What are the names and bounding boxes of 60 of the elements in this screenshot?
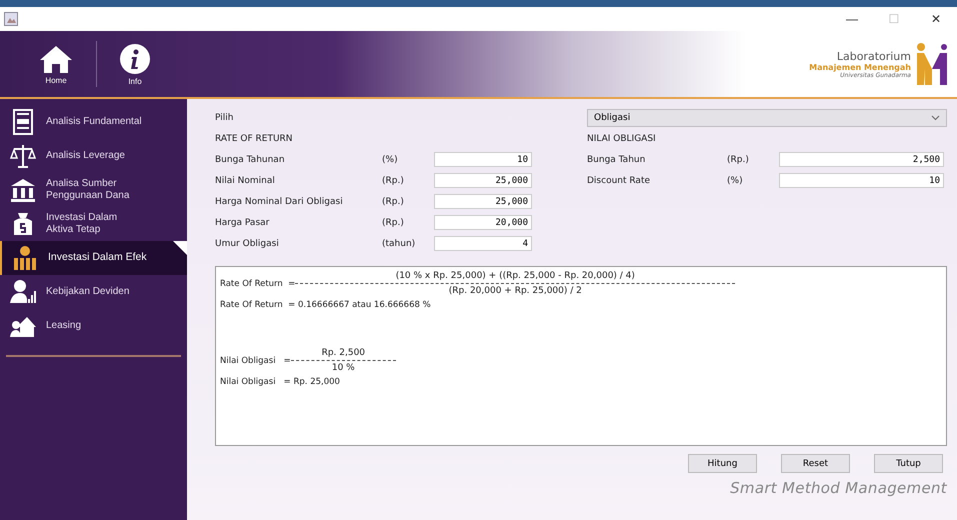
formula-denominator: 10 %	[332, 363, 355, 373]
sidebar-item[interactable]: Analisa Sumber Penggunaan Dana	[0, 173, 187, 207]
coin-chart-icon	[12, 245, 38, 271]
formula-label: Rate Of Return =	[220, 278, 296, 288]
unit-label: (tahun)	[382, 238, 416, 248]
unit-label: (%)	[727, 176, 744, 186]
minimize-button[interactable]: —	[831, 8, 873, 30]
sidebar-item[interactable]: Analisis Fundamental	[0, 105, 187, 139]
field-label: Discount Rate	[587, 176, 652, 186]
unit-label: (Rp.)	[382, 176, 405, 186]
person-chart-icon	[10, 279, 36, 305]
bank-icon	[10, 177, 36, 203]
field-label: Nilai Nominal	[215, 176, 276, 186]
lab-subtitle: Manajemen Menengah	[809, 62, 911, 72]
chevron-down-icon	[931, 115, 940, 121]
unit-label: (Rp.)	[727, 154, 750, 164]
formula-result: Rate Of Return = 0.16666667 atau 16.666668 %	[220, 300, 432, 310]
formula-denominator: (Rp. 20,000 + Rp. 25,000) / 2	[448, 286, 582, 296]
input-field[interactable]: 10	[434, 152, 532, 167]
sidebar-item[interactable]: Kebijakan Deviden	[0, 275, 187, 309]
m-logo-icon	[917, 43, 947, 85]
close-button[interactable]: ✕	[915, 8, 957, 30]
unit-label: (Rp.)	[382, 218, 405, 228]
info-button[interactable]: Info	[111, 42, 159, 86]
document-icon	[10, 109, 36, 135]
info-icon	[119, 42, 151, 74]
formula-numerator: Rp. 2,500	[322, 348, 366, 358]
sidebar-item[interactable]: Analisis Leverage	[0, 139, 187, 173]
type-dropdown[interactable]: Obligasi	[587, 109, 947, 127]
formula-numerator: (10 % x Rp. 25,000) + ((Rp. 25,000 - Rp. 20,000) / 4)	[396, 271, 635, 281]
unit-label: (Rp.)	[382, 196, 405, 206]
field-label: Bunga Tahun	[587, 154, 646, 164]
section-title: NILAI OBLIGASI	[587, 133, 657, 146]
lab-name: Laboratorium	[836, 50, 911, 62]
close-button[interactable]: Tutup	[874, 454, 943, 473]
input-field[interactable]: 25,000	[434, 173, 532, 188]
sidebar-item[interactable]: Leasing	[0, 309, 187, 343]
sidebar-item[interactable]: Investasi Dalam Aktiva Tetap	[0, 207, 187, 241]
section-title: RATE OF RETURN	[215, 133, 294, 146]
formula-result: Nilai Obligasi = Rp. 25,000	[220, 377, 341, 387]
scale-icon	[10, 143, 36, 169]
sidebar-item[interactable]: Investasi Dalam Efek	[0, 241, 187, 275]
formula-label: Nilai Obligasi =	[220, 356, 291, 366]
input-field[interactable]: 25,000	[434, 194, 532, 209]
footer-tagline: Smart Method Management	[730, 479, 947, 497]
field-label: Umur Obligasi	[215, 238, 280, 248]
input-field[interactable]: 2,500	[779, 152, 944, 167]
calculate-button[interactable]: Hitung	[688, 454, 757, 473]
app-icon	[4, 12, 18, 26]
input-field[interactable]: 10	[779, 173, 944, 188]
home-button[interactable]: Home	[30, 44, 82, 84]
field-label: Bunga Tahunan	[215, 154, 286, 164]
input-field[interactable]: 20,000	[434, 215, 532, 230]
home-icon	[38, 44, 74, 74]
input-field[interactable]: 4	[434, 236, 532, 251]
reset-button[interactable]: Reset	[781, 454, 850, 473]
field-label: Harga Pasar	[215, 218, 270, 228]
field-label: Harga Nominal Dari Obligasi	[215, 196, 344, 206]
unit-label: (%)	[382, 154, 399, 164]
pick-label: Pilih	[215, 113, 234, 123]
